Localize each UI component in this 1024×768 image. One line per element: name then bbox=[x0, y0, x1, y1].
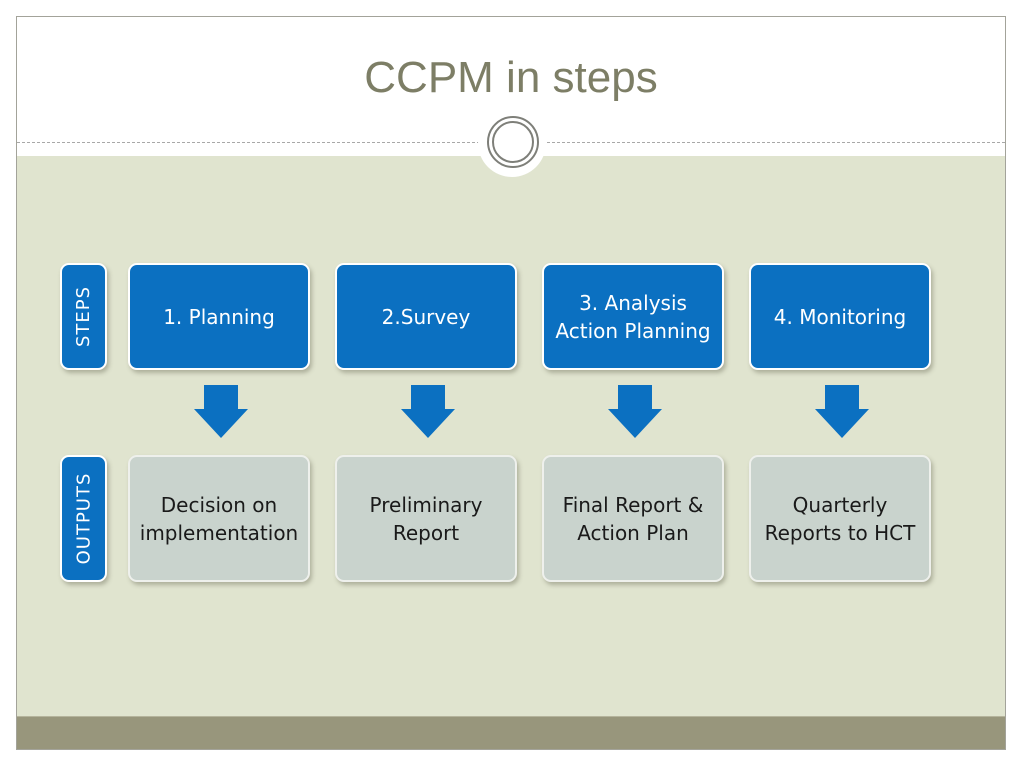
step-box-monitoring: 4. Monitoring bbox=[749, 263, 931, 370]
step-label: 1. Planning bbox=[163, 303, 275, 331]
output-label-line: implementation bbox=[139, 520, 299, 545]
footer-band bbox=[17, 716, 1005, 749]
output-box-preliminary-report: Preliminary Report bbox=[335, 455, 517, 582]
output-label: Quarterly Reports to HCT bbox=[765, 491, 916, 547]
down-arrow-icon bbox=[815, 385, 869, 438]
output-label: Decision on implementation bbox=[140, 491, 298, 547]
down-arrow-icon bbox=[401, 385, 455, 438]
step-label-line: Action Planning bbox=[555, 318, 711, 343]
step-label: 4. Monitoring bbox=[774, 303, 906, 331]
outputs-row-label: OUTPUTS bbox=[60, 455, 107, 582]
step-label: 3. Analysis Action Planning bbox=[555, 289, 710, 345]
output-label-line: Report bbox=[392, 520, 460, 545]
output-label-line: Preliminary bbox=[369, 492, 483, 517]
output-label: Preliminary Report bbox=[370, 491, 483, 547]
output-label-line: Final Report & bbox=[562, 492, 704, 517]
down-arrow-icon bbox=[608, 385, 662, 438]
divider-circle-icon bbox=[487, 116, 539, 168]
output-box-final-report: Final Report & Action Plan bbox=[542, 455, 724, 582]
output-label-line: Decision on bbox=[160, 492, 278, 517]
output-label: Final Report & Action Plan bbox=[563, 491, 704, 547]
output-label-line: Action Plan bbox=[577, 520, 689, 545]
output-label-line: Reports to HCT bbox=[764, 520, 916, 545]
step-box-survey: 2.Survey bbox=[335, 263, 517, 370]
steps-row-label: STEPS bbox=[60, 263, 107, 370]
output-box-decision: Decision on implementation bbox=[128, 455, 310, 582]
step-box-analysis: 3. Analysis Action Planning bbox=[542, 263, 724, 370]
step-label-line: 4. Monitoring bbox=[773, 304, 907, 329]
step-box-planning: 1. Planning bbox=[128, 263, 310, 370]
step-label-line: 1. Planning bbox=[163, 304, 275, 329]
outputs-row-label-text: OUTPUTS bbox=[73, 472, 95, 565]
output-label-line: Quarterly bbox=[792, 492, 888, 517]
step-label-line: 2.Survey bbox=[381, 304, 471, 329]
slide-title: CCPM in steps bbox=[364, 53, 658, 102]
slide-frame: CCPM in steps bbox=[16, 16, 1006, 750]
step-label: 2.Survey bbox=[382, 303, 471, 331]
down-arrow-icon bbox=[194, 385, 248, 438]
step-label-line: 3. Analysis bbox=[579, 290, 687, 315]
output-box-quarterly-reports: Quarterly Reports to HCT bbox=[749, 455, 931, 582]
steps-row-label-text: STEPS bbox=[73, 285, 95, 348]
